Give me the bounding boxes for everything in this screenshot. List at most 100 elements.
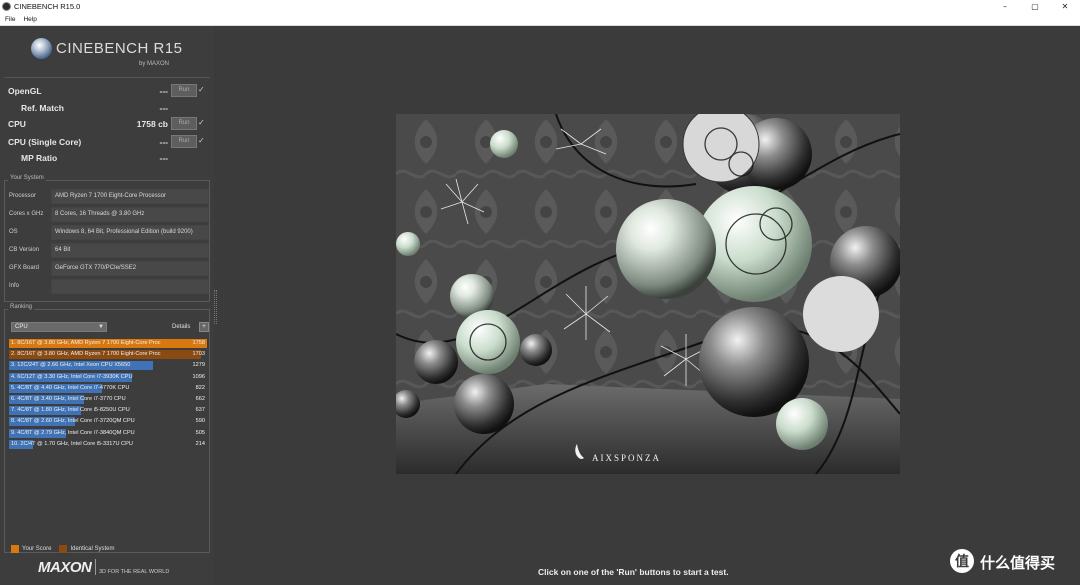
ranking-score: 822: [195, 384, 205, 391]
benchmark-value: 1758 cb: [136, 119, 168, 129]
system-value[interactable]: 8 Cores, 16 Threads @ 3.80 GHz: [51, 207, 209, 222]
ranking-score: 1096: [192, 373, 205, 380]
ranking-row[interactable]: 2. 8C/16T @ 3.80 GHz, AMD Ryzen 7 1700 E…: [9, 349, 207, 360]
ranking-legend: Your Score Identical System: [11, 544, 123, 554]
checkmark-icon[interactable]: ✓: [198, 85, 205, 94]
system-key: Cores x GHz: [9, 211, 44, 217]
benchmark-ref-match: Ref. Match ---: [8, 100, 208, 116]
ranking-score: 214: [195, 440, 205, 447]
system-row-info: Info: [9, 279, 209, 294]
run-opengl-button[interactable]: Run: [171, 84, 197, 97]
benchmark-label: OpenGL: [8, 86, 42, 96]
ranking-score: 590: [195, 418, 205, 425]
run-single-core-button[interactable]: Run: [171, 135, 197, 148]
legend-label: Your Score: [22, 546, 52, 552]
watermark-text: 什么值得买: [980, 555, 1056, 572]
menu-bar: File Help: [0, 13, 1080, 26]
window-controls: – ▢ ✕: [990, 0, 1080, 13]
ranking-score: 1758: [192, 340, 205, 346]
left-panel: CINEBENCH R15 by MAXON OpenGL --- Run ✓ …: [0, 26, 214, 585]
ranking-row[interactable]: 5. 4C/8T @ 4.40 GHz, Intel Core i7-4770K…: [9, 383, 207, 394]
status-message: Click on one of the 'Run' buttons to sta…: [538, 567, 729, 577]
system-value[interactable]: Windows 8, 64 Bit, Professional Edition …: [51, 225, 209, 240]
ranking-label: 7. 4C/8T @ 1.80 GHz, Intel Core i5-8250U…: [11, 407, 130, 414]
system-key: GFX Board: [9, 265, 40, 271]
ranking-label: 4. 6C/12T @ 3.30 GHz, Intel Core i7-3930…: [11, 373, 133, 380]
menu-file[interactable]: File: [2, 16, 18, 23]
section-title: Your System: [8, 175, 46, 181]
ranking-score: 662: [195, 395, 205, 402]
system-key: Info: [9, 283, 20, 289]
ranking-label: 6. 4C/8T @ 3.40 GHz, Intel Core i7-3770 …: [11, 395, 126, 402]
legend-swatch-your-score: [11, 545, 19, 553]
details-label: Details: [172, 324, 191, 330]
benchmark-cpu: CPU 1758 cb Run ✓: [8, 116, 208, 132]
ranking-score: 505: [195, 429, 205, 436]
benchmark-value: ---: [159, 153, 169, 163]
ranking-row[interactable]: 4. 6C/12T @ 3.30 GHz, Intel Core i7-3930…: [9, 372, 207, 383]
app-icon: [2, 2, 11, 11]
ranking-row[interactable]: 7. 4C/8T @ 1.80 GHz, Intel Core i5-8250U…: [9, 405, 207, 416]
ranking-row[interactable]: 6. 4C/8T @ 3.40 GHz, Intel Core i7-3770 …: [9, 394, 207, 405]
smzdm-logo-icon: 值: [950, 549, 974, 573]
ranking-score: 637: [195, 407, 205, 414]
system-value[interactable]: GeForce GTX 770/PCIe/SSE2: [51, 261, 209, 276]
benchmark-value: ---: [159, 103, 169, 113]
checkmark-icon[interactable]: ✓: [198, 118, 205, 127]
system-key: CB Version: [9, 247, 40, 253]
cinebench-logo: CINEBENCH R15 by MAXON: [4, 30, 210, 78]
benchmark-label: CPU: [8, 119, 26, 129]
chevron-down-icon: ▼: [98, 324, 104, 330]
ornament-scene: AIXSPONZA: [396, 114, 900, 474]
ranking-label: 9. 4C/8T @ 2.79 GHz, Intel Core i7-3840Q…: [11, 429, 135, 436]
logo-subtitle: by MAXON: [139, 61, 170, 67]
system-value[interactable]: AMD Ryzen 7 1700 Eight-Core Processor: [51, 189, 209, 204]
ranking-row[interactable]: 3. 12C/24T @ 2.66 GHz, Intel Xeon CPU X5…: [9, 360, 207, 371]
ranking-label: 1. 8C/16T @ 3.80 GHz, AMD Ryzen 7 1700 E…: [11, 340, 161, 346]
section-title: Ranking: [8, 304, 35, 310]
maximize-button[interactable]: ▢: [1020, 0, 1050, 13]
system-key: OS: [9, 229, 18, 235]
benchmark-opengl: OpenGL --- Run ✓: [8, 83, 208, 99]
legend-label: Identical System: [70, 546, 115, 552]
ranking-row[interactable]: 1. 8C/16T @ 3.80 GHz, AMD Ryzen 7 1700 E…: [9, 338, 207, 349]
ranking-label: 2. 8C/16T @ 3.80 GHz, AMD Ryzen 7 1700 E…: [11, 351, 161, 358]
ranking-label: 5. 4C/8T @ 4.40 GHz, Intel Core i7-4770K…: [11, 384, 130, 391]
details-plus-button[interactable]: +: [199, 322, 209, 332]
system-value[interactable]: 64 Bit: [51, 243, 209, 258]
ranking-row[interactable]: 9. 4C/8T @ 2.79 GHz, Intel Core i7-3840Q…: [9, 428, 207, 439]
ranking-type-select[interactable]: CPU ▼: [11, 322, 107, 332]
ranking-score: 1279: [192, 362, 205, 369]
ranking-list: 1. 8C/16T @ 3.80 GHz, AMD Ryzen 7 1700 E…: [9, 338, 207, 450]
benchmark-cpu-single: CPU (Single Core) --- Run ✓: [8, 134, 208, 150]
your-system-panel: Your System Processor AMD Ryzen 7 1700 E…: [4, 175, 210, 302]
ranking-score: 1703: [192, 351, 205, 358]
system-row-cb-version: CB Version 64 Bit: [9, 243, 209, 258]
close-button[interactable]: ✕: [1050, 0, 1080, 13]
ranking-row[interactable]: 8. 4C/8T @ 2.60 GHz, Intel Core i7-3720Q…: [9, 416, 207, 427]
panel-resize-handle[interactable]: [214, 290, 217, 324]
render-preview-image: AIXSPONZA: [396, 114, 900, 474]
logo-title: CINEBENCH R15: [56, 40, 183, 57]
window-title: CINEBENCH R15.0: [14, 2, 81, 11]
system-key: Processor: [9, 193, 37, 199]
minimize-button[interactable]: –: [990, 0, 1020, 13]
maxon-logo: MAXON: [38, 559, 92, 576]
cinema4d-logo-icon: [31, 38, 52, 59]
info-field[interactable]: [51, 279, 209, 294]
maxon-tagline: 3D FOR THE REAL WORLD: [99, 569, 170, 575]
benchmark-label: CPU (Single Core): [8, 137, 82, 147]
ranking-label: 10. 2C/4T @ 1.70 GHz, Intel Core i5-3317…: [11, 440, 133, 447]
select-value: CPU: [15, 324, 28, 330]
benchmark-label: Ref. Match: [21, 103, 64, 113]
ranking-label: 3. 12C/24T @ 2.66 GHz, Intel Xeon CPU X5…: [11, 362, 131, 369]
system-row-os: OS Windows 8, 64 Bit, Professional Editi…: [9, 225, 209, 240]
run-cpu-button[interactable]: Run: [171, 117, 197, 130]
ranking-panel: Ranking CPU ▼ Details + 1. 8C/16T @ 3.80…: [4, 304, 210, 554]
benchmark-value: ---: [159, 86, 169, 96]
ranking-row[interactable]: 10. 2C/4T @ 1.70 GHz, Intel Core i5-3317…: [9, 439, 207, 450]
system-row-gfx: GFX Board GeForce GTX 770/PCIe/SSE2: [9, 261, 209, 276]
title-bar: CINEBENCH R15.0 – ▢ ✕: [0, 0, 1080, 13]
checkmark-icon[interactable]: ✓: [198, 136, 205, 145]
menu-help[interactable]: Help: [20, 16, 39, 23]
